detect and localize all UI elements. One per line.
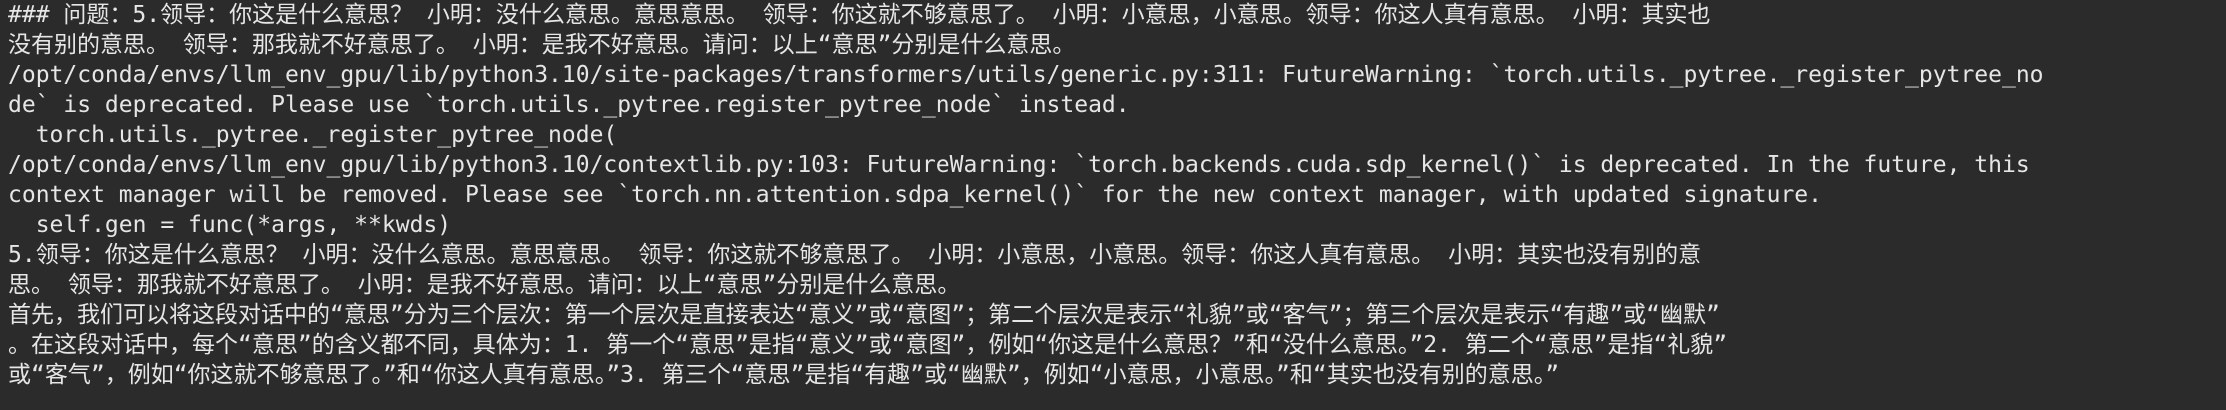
terminal-line: 。在这段对话中，每个“意思”的含义都不同，具体为：1. 第一个“意思”是指“意义… bbox=[8, 332, 1728, 358]
terminal-line: torch.utils._pytree._register_pytree_nod… bbox=[8, 122, 618, 148]
terminal-line: 首先，我们可以将这段对话中的“意思”分为三个层次：第一个层次是直接表达“意义”或… bbox=[8, 302, 1720, 328]
terminal-line: 思。 领导：那我就不好意思了。 小明：是我不好意思。请问：以上“意思”分别是什么… bbox=[8, 272, 961, 298]
terminal-line: de` is deprecated. Please use `torch.uti… bbox=[8, 92, 1130, 118]
terminal-line: 或“客气”，例如“你这就不够意思了。”和“你这人真有意思。”3. 第三个“意思”… bbox=[8, 362, 1560, 388]
terminal-line: context manager will be removed. Please … bbox=[8, 182, 1822, 208]
terminal-line: 5.领导：你这是什么意思？ 小明：没什么意思。意思意思。 领导：你这就不够意思了… bbox=[8, 242, 1702, 268]
terminal-line: ### 问题：5.领导：你这是什么意思？ 小明：没什么意思。意思意思。 领导：你… bbox=[8, 2, 1711, 28]
terminal-line: 没有别的意思。 领导：那我就不好意思了。 小明：是我不好意思。请问：以上“意思”… bbox=[8, 32, 1076, 58]
terminal-line: /opt/conda/envs/llm_env_gpu/lib/python3.… bbox=[8, 62, 2044, 88]
terminal-line: /opt/conda/envs/llm_env_gpu/lib/python3.… bbox=[8, 152, 2030, 178]
terminal-line: self.gen = func(*args, **kwds) bbox=[8, 212, 452, 238]
terminal-output[interactable]: ### 问题：5.领导：你这是什么意思？ 小明：没什么意思。意思意思。 领导：你… bbox=[0, 0, 2226, 410]
